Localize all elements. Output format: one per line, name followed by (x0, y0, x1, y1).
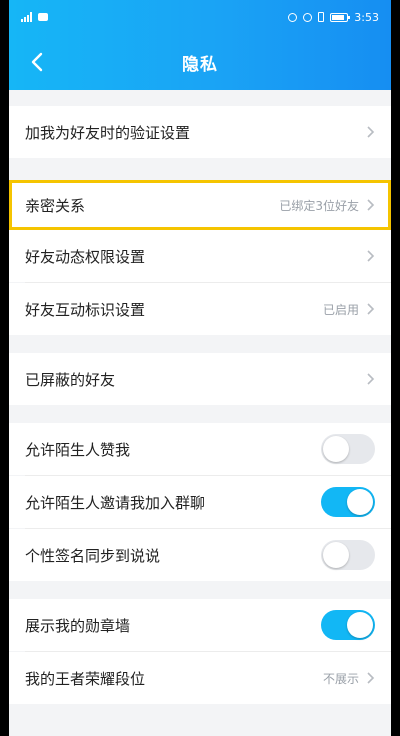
chevron-left-icon (31, 52, 43, 72)
row-value: 已绑定3位好友 (279, 198, 359, 213)
row-label: 已屏蔽的好友 (25, 370, 116, 389)
battery-icon (330, 12, 351, 22)
row-stranger-group-invite: 允许陌生人邀请我加入群聊 (9, 476, 391, 528)
row-label: 展示我的勋章墙 (25, 616, 131, 635)
page-title: 隐私 (182, 54, 218, 75)
vibrate-icon (318, 12, 325, 22)
chevron-right-icon (367, 126, 375, 138)
row-badge-wall: 展示我的勋章墙 (9, 599, 391, 651)
row-label: 好友动态权限设置 (25, 247, 146, 266)
row-value: 不展示 (322, 671, 359, 686)
dnd-icon (303, 12, 313, 22)
row-stranger-like: 允许陌生人赞我 (9, 423, 391, 475)
row-label: 允许陌生人赞我 (25, 440, 131, 459)
signature-sync-toggle[interactable] (321, 540, 375, 570)
stranger-group-invite-toggle[interactable] (321, 487, 375, 517)
nav-bar: 隐私 (9, 34, 391, 90)
row-value: 已启用 (322, 302, 359, 317)
chevron-right-icon (367, 250, 375, 262)
toggle-knob (347, 612, 373, 638)
chevron-right-icon (367, 672, 375, 684)
status-bar: 3:53 (9, 0, 391, 34)
chevron-right-icon (367, 199, 375, 211)
row-blocked-friends[interactable]: 已屏蔽的好友 (9, 353, 391, 405)
header: 3:53 隐私 (9, 0, 391, 90)
toggle-knob (323, 542, 349, 568)
row-label: 个性签名同步到说说 (25, 546, 161, 565)
row-moments-permissions[interactable]: 好友动态权限设置 (9, 230, 391, 282)
chevron-right-icon (367, 303, 375, 315)
toggle-knob (347, 489, 373, 515)
badge-wall-toggle[interactable] (321, 610, 375, 640)
stranger-like-toggle[interactable] (321, 434, 375, 464)
row-label: 亲密关系 (25, 196, 86, 215)
row-label: 好友互动标识设置 (25, 300, 146, 319)
row-honor-of-kings-rank[interactable]: 我的王者荣耀段位 不展示 (9, 652, 391, 704)
wifi-icon (38, 13, 48, 21)
toggle-knob (323, 436, 349, 462)
alarm-icon (288, 12, 298, 22)
back-button[interactable] (23, 48, 51, 76)
signal-icon (21, 12, 32, 22)
privacy-screen: 3:53 隐私 加我为好友时的验证设置 亲密关系 已绑定3位好友 好友动态权限设… (9, 0, 391, 736)
status-time: 3:53 (354, 10, 379, 24)
row-verify-settings[interactable]: 加我为好友时的验证设置 (9, 106, 391, 158)
row-label: 加我为好友时的验证设置 (25, 123, 191, 142)
chevron-right-icon (367, 373, 375, 385)
row-label: 允许陌生人邀请我加入群聊 (25, 493, 206, 512)
row-interaction-marks[interactable]: 好友互动标识设置 已启用 (9, 283, 391, 335)
row-intimate-relations[interactable]: 亲密关系 已绑定3位好友 (9, 180, 391, 230)
row-label: 我的王者荣耀段位 (25, 669, 146, 688)
row-signature-sync: 个性签名同步到说说 (9, 529, 391, 581)
